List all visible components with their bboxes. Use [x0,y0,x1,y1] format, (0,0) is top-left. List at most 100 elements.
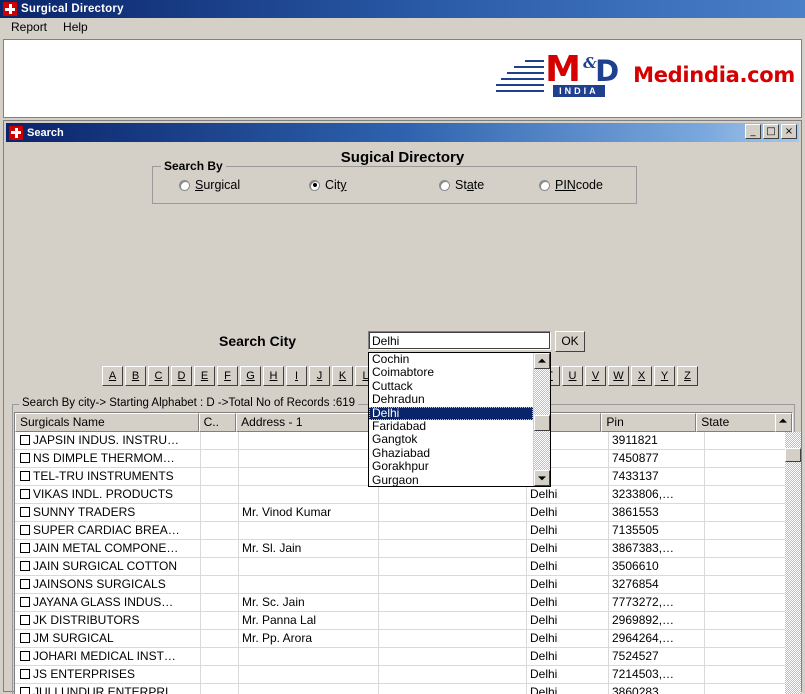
cell-addr1: Mr. Panna Lal [239,612,379,629]
city-option[interactable]: Delhi [369,406,533,420]
radio-surgical-label: Surgical [195,178,241,192]
dropdown-scroll-down-button[interactable] [534,470,550,486]
row-checkbox[interactable] [20,579,30,589]
city-option[interactable]: Cochin [369,353,533,366]
row-checkbox[interactable] [20,651,30,661]
city-option[interactable]: Coimabtore [369,365,533,379]
close-button[interactable]: × [781,124,797,139]
radio-state[interactable]: State [439,178,539,192]
table-row[interactable]: SUPER CARDIAC BREA… Delhi 7135505 [15,522,785,540]
city-dropdown-list[interactable]: Cochin Coimabtore Cuttack Dehradun Delhi Fari… [368,352,551,487]
city-option[interactable]: Gurgaon [369,473,533,486]
grid-header-state[interactable]: State [696,413,776,432]
cell-state [705,468,785,485]
grid-header-pin[interactable]: Pin [601,413,697,432]
row-checkbox[interactable] [20,543,30,553]
alpha-button-d[interactable]: D [171,366,192,386]
cell-state [705,666,785,683]
alpha-button-x[interactable]: X [631,366,652,386]
table-row[interactable]: VIKAS INDL. PRODUCTS Delhi 3233806,… [15,486,785,504]
row-checkbox[interactable] [20,561,30,571]
cell-pin: 2969892,… [609,612,705,629]
table-row[interactable]: JULLUNDUR ENTERPRI… Delhi 3860283,… [15,684,785,694]
radio-surgical[interactable]: Surgical [179,178,309,192]
alpha-button-z[interactable]: Z [677,366,698,386]
alpha-button-c[interactable]: C [148,366,169,386]
row-checkbox[interactable] [20,435,30,445]
cell-state [705,684,785,694]
table-row[interactable]: JK DISTRIBUTORS Mr. Panna Lal Delhi 2969892… [15,612,785,630]
radio-city-indicator [309,179,320,191]
grid-scroll-thumb[interactable] [785,448,801,462]
search-input[interactable]: Delhi [368,331,551,350]
row-checkbox[interactable] [20,687,30,694]
city-option[interactable]: Dehradun [369,392,533,406]
cell-addr1 [239,468,379,485]
menu-item-help[interactable]: Help [57,19,98,36]
table-row[interactable]: JAINSONS SURGICALS Delhi 3276854 [15,576,785,594]
city-option[interactable]: Cuttack [369,379,533,393]
cell-name: SUPER CARDIAC BREA… [15,522,201,539]
alpha-button-f[interactable]: F [217,366,238,386]
close-icon: × [784,126,794,137]
city-option[interactable]: Ghaziabad [369,446,533,460]
cell-c [201,522,239,539]
minimize-icon: _ [750,126,756,137]
row-checkbox[interactable] [20,669,30,679]
row-checkbox[interactable] [20,471,30,481]
alpha-button-u[interactable]: U [562,366,583,386]
alpha-button-i[interactable]: I [286,366,307,386]
table-row[interactable]: JOHARI MEDICAL INST… Delhi 7524527 [15,648,785,666]
row-checkbox[interactable] [20,453,30,463]
dropdown-scroll-up-button[interactable] [534,353,550,369]
alpha-button-b[interactable]: B [125,366,146,386]
alpha-button-h[interactable]: H [263,366,284,386]
maximize-button[interactable]: □ [763,124,779,139]
grid-header-address-1[interactable]: Address - 1 [236,413,375,432]
dropdown-scrollbar[interactable] [533,353,550,486]
alpha-button-v[interactable]: V [585,366,606,386]
table-row[interactable]: JAIN METAL COMPONE… Mr. Sl. Jain Delhi 3867… [15,540,785,558]
row-checkbox[interactable] [20,615,30,625]
cell-pin: 7214503,… [609,666,705,683]
row-checkbox[interactable] [20,633,30,643]
alpha-button-k[interactable]: K [332,366,353,386]
ok-button[interactable]: OK [555,331,585,352]
cell-state [705,630,785,647]
city-option[interactable]: Gorakhpur [369,459,533,473]
table-row[interactable]: JM SURGICAL Mr. Pp. Arora Delhi 2964264,… [15,630,785,648]
row-checkbox[interactable] [20,525,30,535]
minimize-button[interactable]: _ [745,124,761,139]
radio-city[interactable]: City [309,178,439,192]
cell-addr2 [379,486,527,503]
menu-item-report[interactable]: Report [5,19,57,36]
radio-pincode[interactable]: PINcode [539,178,603,192]
table-row[interactable]: JAIN SURGICAL COTTON Delhi 3506610 [15,558,785,576]
radio-pincode-indicator [539,179,550,191]
alpha-button-a[interactable]: A [102,366,123,386]
alpha-button-j[interactable]: J [309,366,330,386]
table-row[interactable]: JS ENTERPRISES Delhi 7214503,… [15,666,785,684]
row-checkbox[interactable] [20,489,30,499]
cell-name: JM SURGICAL [15,630,201,647]
cell-city: Delhi [527,576,609,593]
grid-vertical-scrollbar[interactable] [785,432,801,694]
grid-header-c[interactable]: C.. [198,413,237,432]
city-option[interactable]: Faridabad [369,419,533,433]
cell-pin: 3861553 [609,504,705,521]
row-checkbox[interactable] [20,507,30,517]
dropdown-scroll-thumb[interactable] [534,415,550,431]
logo-stripes-icon [496,58,545,92]
alpha-button-w[interactable]: W [608,366,629,386]
alpha-button-g[interactable]: G [240,366,261,386]
grid-header-surgicals-name[interactable]: Surgicals Name [15,413,199,432]
row-checkbox[interactable] [20,597,30,607]
cell-addr2 [379,630,527,647]
cell-addr1 [239,486,379,503]
alpha-button-y[interactable]: Y [654,366,675,386]
table-row[interactable]: SUNNY TRADERS Mr. Vinod Kumar Delhi 3861553 [15,504,785,522]
table-row[interactable]: JAYANA GLASS INDUS… Mr. Sc. Jain Delhi 7773… [15,594,785,612]
cell-c [201,450,239,467]
city-option[interactable]: Gangtok [369,432,533,446]
alpha-button-e[interactable]: E [194,366,215,386]
